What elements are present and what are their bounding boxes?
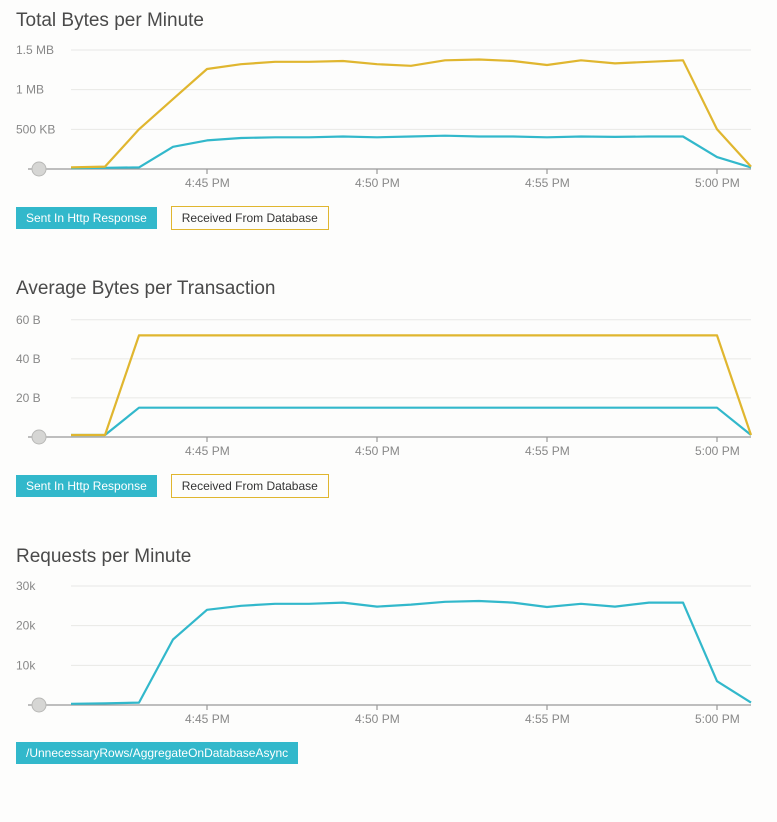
series-line	[71, 335, 751, 435]
chart-block: Total Bytes per Minute 500 KB 1 MB 1.5 MB 4:…	[16, 10, 761, 230]
x-tick-label: 4:50 PM	[355, 712, 400, 726]
x-tick-label: 4:55 PM	[525, 176, 570, 190]
series-line	[71, 408, 751, 435]
legend-item[interactable]: /UnnecessaryRows/AggregateOnDatabaseAsyn…	[16, 742, 298, 764]
x-tick-label: 4:50 PM	[355, 444, 400, 458]
legend-item[interactable]: Received From Database	[171, 474, 329, 498]
chart-block: Average Bytes per Transaction 20 B 40 B 60 …	[16, 278, 761, 498]
scrubber-knob[interactable]	[32, 430, 46, 444]
x-tick-label: 5:00 PM	[695, 712, 740, 726]
chart-plot: 10k 20k 30k 4:45 PM 4:50 PM 4:55 PM 5:00 PM	[16, 570, 756, 730]
y-tick-label: 500 KB	[16, 122, 55, 136]
y-tick-label: 20 B	[16, 391, 41, 405]
legend-item[interactable]: Received From Database	[171, 206, 329, 230]
x-tick-label: 4:55 PM	[525, 444, 570, 458]
y-tick-label: 40 B	[16, 352, 41, 366]
x-tick-label: 4:45 PM	[185, 444, 230, 458]
chart-title: Requests per Minute	[16, 546, 761, 568]
x-tick-label: 5:00 PM	[695, 444, 740, 458]
legend-item[interactable]: Sent In Http Response	[16, 207, 157, 229]
x-tick-label: 4:45 PM	[185, 176, 230, 190]
x-tick-label: 4:55 PM	[525, 712, 570, 726]
y-tick-label: 1 MB	[16, 83, 44, 97]
chart-plot: 20 B 40 B 60 B 4:45 PM 4:50 PM 4:55 PM 5:00 PM	[16, 302, 756, 462]
legend: Sent In Http Response Received From Datab…	[16, 474, 761, 498]
legend: Sent In Http Response Received From Datab…	[16, 206, 761, 230]
chart-title: Total Bytes per Minute	[16, 10, 761, 32]
scrubber-knob[interactable]	[32, 162, 46, 176]
x-tick-label: 4:50 PM	[355, 176, 400, 190]
y-tick-label: 20k	[16, 619, 36, 633]
x-tick-label: 5:00 PM	[695, 176, 740, 190]
series-line	[71, 60, 751, 168]
y-tick-label: 30k	[16, 579, 36, 593]
y-tick-label: 10k	[16, 658, 36, 672]
y-tick-label: 1.5 MB	[16, 43, 54, 57]
chart-block: Requests per Minute 10k 20k 30k 4:45 PM 4:50 …	[16, 546, 761, 764]
legend-item[interactable]: Sent In Http Response	[16, 475, 157, 497]
x-tick-label: 4:45 PM	[185, 712, 230, 726]
series-line	[71, 136, 751, 169]
legend: /UnnecessaryRows/AggregateOnDatabaseAsyn…	[16, 742, 761, 764]
series-line	[71, 601, 751, 704]
chart-plot: 500 KB 1 MB 1.5 MB 4:45 PM 4:50 PM 4:55 PM 5:0…	[16, 34, 756, 194]
scrubber-knob[interactable]	[32, 698, 46, 712]
y-tick-label: 60 B	[16, 313, 41, 327]
chart-title: Average Bytes per Transaction	[16, 278, 761, 300]
